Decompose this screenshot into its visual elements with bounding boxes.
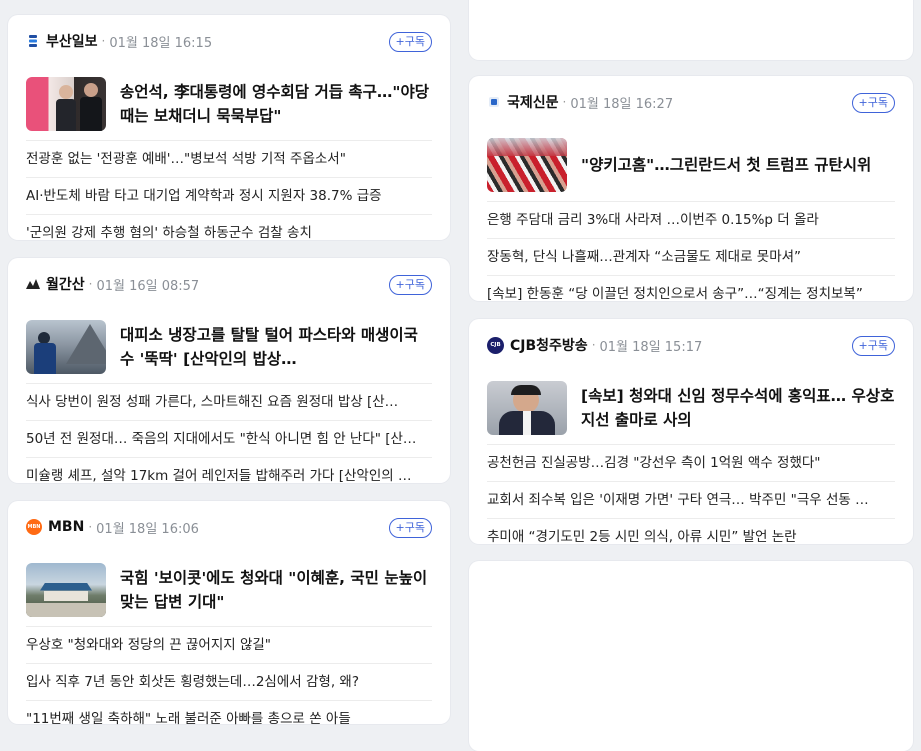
news-item[interactable]: 장동혁, 단식 나흘째…관계자 “소금물도 제대로 못마셔” — [487, 239, 895, 276]
mbn-logo-icon[interactable]: MBN — [26, 519, 42, 535]
press-time: 01월 16일 08:57 — [96, 278, 200, 294]
headline-row[interactable]: 송언석, 李대통령에 영수회담 거듭 촉구…"야당 때는 보채더니 묵묵부답" — [26, 67, 432, 141]
headline-row[interactable]: "양키고홈"…그린란드서 첫 트럼프 규탄시위 — [487, 128, 895, 202]
subscribe-button[interactable]: +구독 — [388, 518, 432, 538]
news-item[interactable]: 50년 전 원정대… 죽음의 지대에서도 "한식 아니면 힘 안 난다" [산… — [26, 421, 432, 458]
headline-thumbnail[interactable] — [487, 380, 567, 435]
press-time: 01월 18일 16:06 — [96, 521, 199, 537]
news-item[interactable]: [속보] 한동훈 “당 이끌던 정치인으로서 송구”…“징계는 정치보복” — [487, 276, 895, 312]
news-item[interactable]: 추미애 “경기도민 2등 시민 의식, 아류 시민” 발언 논란 — [487, 519, 895, 555]
headline-thumbnail[interactable] — [26, 562, 106, 617]
wolgan-logo-icon[interactable] — [26, 277, 40, 291]
news-item[interactable]: 미슐랭 셰프, 설악 17km 걸어 레인저들 밥해주러 가다 [산악인의 … — [26, 458, 432, 494]
news-item[interactable]: 우상호 "청와대와 정당의 끈 끊어지지 않길" — [26, 627, 432, 664]
card-header: MBN MBN · 01월 18일 16:06 +구독 — [26, 501, 432, 553]
news-item[interactable]: AI·반도체 바람 타고 대기업 계약학과 정시 지원자 38.7% 급증 — [26, 178, 432, 215]
news-card-cjb: CJB CJB청주방송 · 01월 18일 15:17 +구독 [속보] 청와대… — [469, 319, 913, 545]
card-header: 월간산 · 01월 16일 08:57 +구독 — [26, 258, 432, 310]
press-time: 01월 18일 16:27 — [570, 96, 674, 112]
kookje-logo-icon[interactable] — [487, 95, 501, 109]
mbn-logo-text: MBN — [27, 524, 41, 530]
empty-card-placeholder — [469, 561, 913, 751]
press-time: 01월 18일 16:15 — [109, 35, 213, 51]
press-name[interactable]: 월간산 — [46, 274, 85, 294]
headline-title[interactable]: 송언석, 李대통령에 영수회담 거듭 촉구…"야당 때는 보채더니 묵묵부답" — [120, 80, 432, 128]
news-item[interactable]: 식사 당번이 원정 성패 가른다, 스마트해진 요즘 원정대 밥상 [산… — [26, 384, 432, 421]
news-item[interactable]: 전광훈 없는 '전광훈 예배'…"병보석 석방 기적 주옵소서" — [26, 141, 432, 178]
separator-dot: · — [591, 338, 596, 352]
press-name[interactable]: 부산일보 — [46, 31, 98, 51]
subscribe-button[interactable]: +구독 — [851, 93, 895, 113]
headline-row[interactable]: 대피소 냉장고를 탈탈 털어 파스타와 매생이국수 '뚝딱' [산악인의 밥상… — [26, 310, 432, 384]
headline-title[interactable]: 대피소 냉장고를 탈탈 털어 파스타와 매생이국수 '뚝딱' [산악인의 밥상… — [120, 323, 432, 371]
card-header: 부산일보 · 01월 18일 16:15 +구독 — [26, 15, 432, 67]
news-item[interactable]: "11번째 생일 축하해" 노래 불러준 아빠를 총으로 쏜 아들 — [26, 701, 432, 737]
news-card-busan: 부산일보 · 01월 18일 16:15 +구독 송언석, 李대통령에 영수회담… — [8, 15, 450, 241]
partial-top-card — [469, 0, 913, 60]
press-time: 01월 18일 15:17 — [599, 339, 703, 355]
cjb-logo-text: CJB — [490, 342, 501, 348]
cjb-logo-icon[interactable]: CJB — [487, 336, 504, 354]
headline-row[interactable]: 국힘 '보이콧'에도 청와대 "이혜훈, 국민 눈높이 맞는 답변 기대" — [26, 553, 432, 627]
headline-thumbnail[interactable] — [26, 319, 106, 374]
press-name[interactable]: CJB청주방송 — [510, 335, 588, 355]
separator-dot: · — [562, 95, 567, 109]
news-card-kookje: 국제신문 · 01월 18일 16:27 +구독 "양키고홈"…그린란드서 첫 … — [469, 76, 913, 302]
subscribe-button[interactable]: +구독 — [851, 336, 895, 356]
headline-thumbnail[interactable] — [487, 137, 567, 192]
card-header: 국제신문 · 01월 18일 16:27 +구독 — [487, 76, 895, 128]
news-card-wolgan: 월간산 · 01월 16일 08:57 +구독 대피소 냉장고를 탈탈 털어 파… — [8, 258, 450, 484]
news-item[interactable]: 교회서 죄수복 입은 '이재명 가면' 구타 연극… 박주민 "극우 선동 … — [487, 482, 895, 519]
news-item[interactable]: '군의원 강제 추행 혐의' 하승철 하동군수 검찰 송치 — [26, 215, 432, 251]
headline-title[interactable]: 국힘 '보이콧'에도 청와대 "이혜훈, 국민 눈높이 맞는 답변 기대" — [120, 566, 432, 614]
news-item[interactable]: 공천헌금 진실공방…김경 "강선우 측이 1억원 액수 정했다" — [487, 445, 895, 482]
headline-row[interactable]: [속보] 청와대 신임 정무수석에 홍익표… 우상호 지선 출마로 사의 — [487, 371, 895, 445]
headline-thumbnail[interactable] — [26, 76, 106, 131]
separator-dot: · — [101, 34, 106, 48]
headline-title[interactable]: "양키고홈"…그린란드서 첫 트럼프 규탄시위 — [581, 153, 871, 177]
news-item[interactable]: 입사 직후 7년 동안 회삿돈 횡령했는데…2심에서 감형, 왜? — [26, 664, 432, 701]
separator-dot: · — [88, 520, 93, 534]
card-header: CJB CJB청주방송 · 01월 18일 15:17 +구독 — [487, 319, 895, 371]
news-item[interactable]: 은행 주담대 금리 3%대 사라져 …이번주 0.15%p 더 올라 — [487, 202, 895, 239]
busan-logo-icon[interactable] — [26, 34, 40, 48]
subscribe-button[interactable]: +구독 — [388, 275, 432, 295]
press-name[interactable]: 국제신문 — [507, 92, 559, 112]
subscribe-button[interactable]: +구독 — [388, 32, 432, 52]
separator-dot: · — [88, 277, 93, 291]
news-card-mbn: MBN MBN · 01월 18일 16:06 +구독 국힘 '보이콧'에도 청… — [8, 501, 450, 727]
press-name[interactable]: MBN — [48, 519, 84, 535]
headline-title[interactable]: [속보] 청와대 신임 정무수석에 홍익표… 우상호 지선 출마로 사의 — [581, 384, 895, 432]
